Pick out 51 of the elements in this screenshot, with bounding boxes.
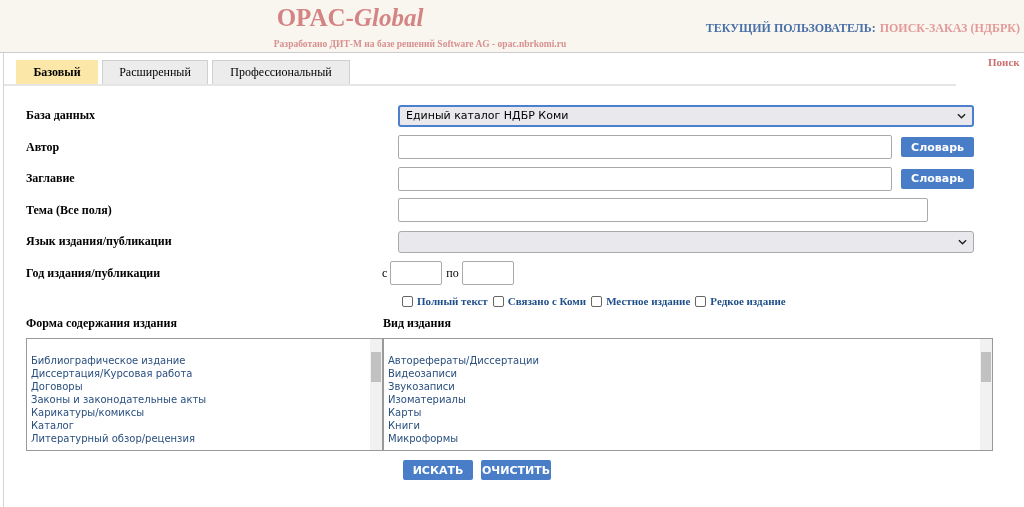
user-name: ПОИСК-ЗАКАЗ (НДБРК) (879, 21, 1020, 35)
user-label: ТЕКУЩИЙ ПОЛЬЗОВАТЕЛЬ: (705, 21, 876, 35)
scrollbar-thumb[interactable] (371, 352, 381, 382)
site-title: OPAC-Global (275, 3, 424, 33)
checkbox-label[interactable]: Полный текст (417, 295, 488, 307)
scrollbar-thumb[interactable] (981, 352, 991, 382)
dictionary-button[interactable]: Словарь (901, 137, 974, 158)
scrollbar[interactable] (980, 339, 992, 450)
caret-icon (957, 112, 966, 119)
range-label: с (382, 265, 388, 281)
field-label: Год издания/публикации (26, 265, 162, 281)
field-label: База данных (26, 108, 97, 124)
list-label: Вид издания (383, 316, 452, 332)
caret-icon (958, 238, 967, 245)
list-option[interactable]: Карикатуры/комиксы (31, 406, 370, 419)
checkbox-label[interactable]: Редкое издание (710, 295, 786, 307)
year-to-field[interactable] (461, 261, 514, 286)
checkbox-label[interactable]: Местное издание (606, 295, 691, 307)
dictionary-button[interactable]: Словарь (901, 168, 974, 189)
checkbox[interactable] (591, 295, 603, 307)
field-label: Автор (26, 139, 61, 155)
list-option[interactable]: Литературный обзор/рецензия (31, 432, 370, 445)
list-option[interactable]: Каталог (31, 419, 370, 432)
list-option[interactable]: Библиографическое издание (31, 354, 370, 367)
year-from-field[interactable] (390, 261, 443, 286)
clear-button[interactable]: ОЧИСТИТЬ (481, 460, 551, 480)
field-label: Язык издания/публикации (26, 234, 173, 250)
language-dropdown[interactable] (398, 230, 974, 253)
list-label: Форма содержания издания (26, 316, 178, 332)
input-field[interactable] (398, 166, 893, 191)
input-field[interactable] (398, 135, 893, 160)
list-option[interactable]: Диссертация/Курсовая работа (31, 367, 370, 380)
scrollbar[interactable] (370, 339, 382, 450)
field-label: Тема (Все поля) (26, 202, 113, 218)
database-dropdown[interactable]: Единый каталог НДБР Коми (398, 104, 974, 127)
list-option[interactable]: Законы и законодательные акты (31, 393, 370, 406)
checkbox[interactable] (695, 295, 707, 307)
listbox[interactable]: Библиографическое издание Диссертация/Курсовая работа Договоры Законы и законодательные акты Карикатуры/комиксы Каталог Литературный обзор/рецензия (26, 338, 383, 451)
list-option[interactable]: Договоры (31, 380, 370, 393)
listbox[interactable]: Авторефераты/Диссертации Видеозаписи Звукозаписи Изоматериалы Карты Книги Микроформы (383, 338, 993, 451)
input-field[interactable] (398, 198, 928, 223)
checkbox[interactable] (402, 295, 413, 307)
tab[interactable]: Расширенный (102, 60, 208, 84)
tab[interactable]: Профессиональный (212, 60, 350, 84)
checkbox[interactable] (492, 295, 504, 307)
checkbox-label[interactable]: Связано с Коми (507, 295, 587, 307)
range-label: по (446, 265, 459, 281)
field-label: Заглавие (26, 171, 76, 187)
site-subtitle: Разработано ДИТ-М на базе решений Software AG - opac.nbrkomi.ru (272, 39, 567, 49)
tab[interactable]: Базовый (16, 60, 98, 84)
search-button[interactable]: ИСКАТЬ (403, 460, 473, 480)
